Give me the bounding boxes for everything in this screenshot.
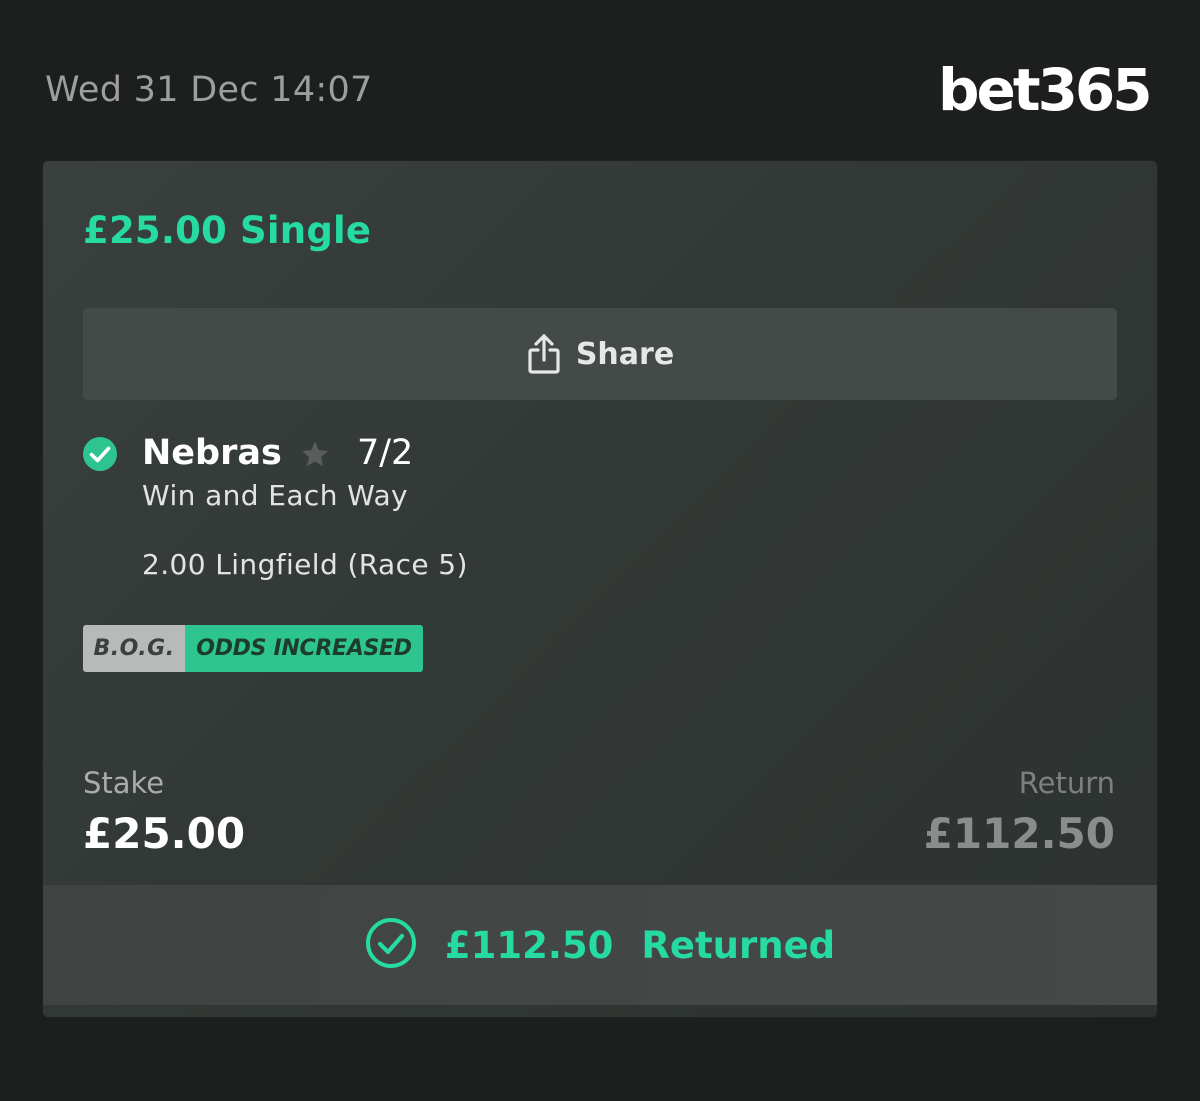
bet-card: £25.00 Single Share Nebras 7/2 Win and E… (43, 161, 1157, 1017)
selection-event: 2.00 Lingfield (Race 5) (142, 548, 468, 581)
return-value: £112.50 (923, 809, 1115, 858)
bet365-logo: bet365 (938, 56, 1153, 124)
share-icon (526, 333, 562, 375)
favourite-star-icon[interactable] (298, 438, 332, 476)
share-label: Share (575, 336, 675, 372)
selection-name: Nebras (142, 433, 282, 473)
bet-title: £25.00 Single (83, 209, 372, 252)
returned-amount: £112.50 (444, 923, 614, 967)
stake-label: Stake (83, 766, 165, 800)
stake-value: £25.00 (83, 809, 246, 858)
bog-label: B.O.G. (83, 625, 185, 672)
odds-increased-label: ODDS INCREASED (185, 625, 423, 672)
share-button[interactable]: Share (83, 308, 1117, 400)
selection-market: Win and Each Way (142, 479, 408, 512)
bet-datetime: Wed 31 Dec 14:07 (45, 70, 373, 110)
bet-receipt-page: Wed 31 Dec 14:07 bet365 £25.00 Single Sh… (0, 0, 1200, 1101)
returned-status: Returned (641, 923, 836, 967)
check-circle-icon (82, 436, 118, 476)
return-label: Return (1018, 766, 1115, 800)
selection-odds: 7/2 (357, 433, 414, 473)
returned-check-icon (365, 917, 417, 973)
bog-badge: B.O.G. ODDS INCREASED (83, 625, 423, 672)
returned-status-bar: £112.50 Returned (43, 885, 1157, 1005)
